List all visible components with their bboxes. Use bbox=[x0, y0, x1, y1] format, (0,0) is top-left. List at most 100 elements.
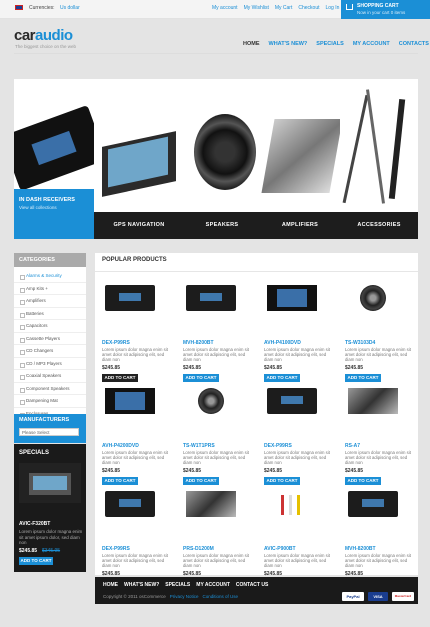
product-name[interactable]: AVH-P4100DVD bbox=[264, 340, 301, 346]
product-name[interactable]: DEX-P99RS bbox=[102, 340, 130, 346]
banner-panel-gps[interactable]: GPS NAVIGATION bbox=[94, 79, 184, 239]
product-name[interactable]: AVH-P4200DVD bbox=[102, 443, 139, 449]
banner-panel-accessories[interactable]: ACCESSORIES bbox=[340, 79, 418, 239]
special-product-name[interactable]: AVIC-F320BT bbox=[19, 521, 50, 527]
category-item[interactable]: CD Changers bbox=[14, 345, 86, 358]
cart-icon bbox=[346, 4, 353, 10]
category-item[interactable]: Coaxial Speakers bbox=[14, 370, 86, 383]
section-title: POPULAR PRODUCTS bbox=[102, 257, 167, 263]
footer-link-home[interactable]: HOME bbox=[103, 582, 118, 588]
product-desc: Lorem ipsum dolor magna enim sit amet do… bbox=[183, 450, 249, 465]
product-image[interactable] bbox=[348, 388, 398, 414]
product-name[interactable]: TS-W3103D4 bbox=[345, 340, 375, 346]
categories-title: CATEGORIES bbox=[14, 253, 86, 267]
nav-contacts[interactable]: CONTACTS bbox=[399, 41, 429, 47]
product-image[interactable] bbox=[267, 388, 317, 414]
product-image[interactable] bbox=[186, 491, 236, 517]
product-price: $245.85 bbox=[264, 365, 283, 371]
product-name[interactable]: TS-W1T1PRS bbox=[183, 443, 215, 449]
banner-panel-speakers[interactable]: SPEAKERS bbox=[184, 79, 260, 239]
page: Currencies: Us dollar My account My Wish… bbox=[0, 0, 430, 627]
product-image[interactable] bbox=[348, 491, 398, 517]
main-nav: HOME WHAT'S NEW? SPECIALS MY ACCOUNT CON… bbox=[243, 41, 429, 47]
product-desc: Lorem ipsum dolor magna enim sit amet do… bbox=[264, 450, 330, 465]
product-desc: Lorem ipsum dolor magna enim sit amet do… bbox=[183, 553, 249, 568]
nav-whats-new[interactable]: WHAT'S NEW? bbox=[269, 41, 308, 47]
product-image[interactable] bbox=[267, 285, 317, 311]
footer-link-my-account[interactable]: MY ACCOUNT bbox=[196, 582, 230, 588]
promo-link[interactable]: View all collections bbox=[19, 205, 57, 210]
cable-image bbox=[366, 89, 385, 204]
category-item[interactable]: CD / MP3 Players bbox=[14, 358, 86, 370]
uk-flag-icon[interactable] bbox=[15, 5, 23, 10]
category-item[interactable]: Component Speakers bbox=[14, 383, 86, 395]
product-image[interactable] bbox=[105, 285, 155, 311]
conditions-link[interactable]: Conditions of Use bbox=[203, 594, 239, 599]
product-card: DEX-P99RS Lorem ipsum dolor magna enim s… bbox=[95, 479, 171, 588]
my-cart-link[interactable]: My Cart bbox=[275, 5, 293, 11]
speaker-image bbox=[194, 114, 256, 190]
product-name[interactable]: AVIC-P900BT bbox=[264, 546, 296, 552]
banner-label-accessories: ACCESSORIES bbox=[340, 212, 418, 239]
special-product-image[interactable] bbox=[19, 463, 81, 503]
cart-count: Now in your cart 0 items bbox=[357, 10, 406, 15]
manufacturers-box: MANUFACTURERS Please Select bbox=[14, 414, 86, 443]
product-image[interactable] bbox=[360, 285, 386, 311]
product-price: $245.85 bbox=[345, 365, 364, 371]
product-desc: Lorem ipsum dolor magna enim sit amet do… bbox=[102, 347, 168, 362]
paypal-icon: PayPal bbox=[342, 592, 364, 601]
section-divider bbox=[95, 271, 418, 272]
banner-panel-amplifiers[interactable]: AMPLIFIERS bbox=[260, 79, 340, 239]
footer-link-specials[interactable]: SPECIALS bbox=[165, 582, 190, 588]
my-account-link[interactable]: My account bbox=[212, 5, 238, 11]
nav-my-account[interactable]: MY ACCOUNT bbox=[353, 41, 390, 47]
checkout-link[interactable]: Checkout bbox=[298, 5, 319, 11]
nav-home[interactable]: HOME bbox=[243, 41, 260, 47]
product-name[interactable]: DEX-P99RS bbox=[264, 443, 292, 449]
cable-image bbox=[388, 98, 406, 200]
nav-specials[interactable]: SPECIALS bbox=[316, 41, 344, 47]
product-price: $245.85 bbox=[102, 365, 121, 371]
footer-link-contact-us[interactable]: CONTACT US bbox=[236, 582, 268, 588]
hero-banner: IN DASH RECEIVERS View all collections G… bbox=[14, 79, 418, 239]
product-name[interactable]: MVH-8200BT bbox=[183, 340, 214, 346]
product-card: PRS-D1200M Lorem ipsum dolor magna enim … bbox=[176, 479, 252, 588]
product-name[interactable]: MVH-8200BT bbox=[345, 546, 376, 552]
product-price: $245.85 bbox=[102, 468, 121, 474]
cart-title: SHOPPING CART bbox=[357, 3, 399, 9]
currency-select[interactable]: Us dollar bbox=[60, 5, 80, 11]
wishlist-link[interactable]: My Wishlist bbox=[244, 5, 269, 11]
special-add-to-cart-button[interactable]: ADD TO CART bbox=[19, 557, 53, 565]
product-name[interactable]: RS-A7 bbox=[345, 443, 360, 449]
site-logo[interactable]: caraudio bbox=[14, 27, 73, 44]
product-card: AVIC-P900BT Lorem ipsum dolor magna enim… bbox=[257, 479, 333, 588]
footer-link-whats-new[interactable]: WHAT'S NEW? bbox=[124, 582, 159, 588]
product-image[interactable] bbox=[267, 491, 317, 517]
login-link[interactable]: Log In bbox=[325, 5, 339, 11]
product-image[interactable] bbox=[198, 388, 224, 414]
product-card: AVH-P4100DVD Lorem ipsum dolor magna eni… bbox=[257, 273, 333, 382]
category-item[interactable]: Alarms & Security bbox=[14, 270, 86, 283]
product-price: $245.85 bbox=[183, 365, 202, 371]
product-image[interactable] bbox=[105, 491, 155, 517]
product-name[interactable]: DEX-P99RS bbox=[102, 546, 130, 552]
shopping-cart-box[interactable]: SHOPPING CART Now in your cart 0 items bbox=[341, 0, 430, 19]
privacy-link[interactable]: Privacy Notice bbox=[170, 594, 199, 599]
product-card: TS-W1T1PRS Lorem ipsum dolor magna enim … bbox=[176, 376, 252, 485]
category-item[interactable]: Capacitors bbox=[14, 320, 86, 333]
category-item[interactable]: Cassette Players bbox=[14, 333, 86, 345]
product-name[interactable]: PRS-D1200M bbox=[183, 546, 214, 552]
category-item[interactable]: Batteries bbox=[14, 308, 86, 320]
mastercard-icon: MasterCard bbox=[392, 592, 414, 601]
category-item[interactable]: Dampening Mat bbox=[14, 395, 86, 408]
slogan: The biggest choice on the web bbox=[15, 44, 77, 49]
manufacturers-select[interactable]: Please Select bbox=[19, 428, 79, 436]
banner-label-gps: GPS NAVIGATION bbox=[94, 212, 184, 239]
category-item[interactable]: Amplifiers bbox=[14, 295, 86, 308]
promo-title: IN DASH RECEIVERS bbox=[19, 197, 75, 203]
product-image[interactable] bbox=[105, 388, 155, 414]
banner-panel-receivers[interactable]: IN DASH RECEIVERS View all collections bbox=[14, 79, 94, 239]
special-product-desc: Lorem ipsum dolor magna enim sit amet ip… bbox=[19, 529, 83, 545]
product-image[interactable] bbox=[186, 285, 236, 311]
category-item[interactable]: Amp Kits + bbox=[14, 283, 86, 295]
